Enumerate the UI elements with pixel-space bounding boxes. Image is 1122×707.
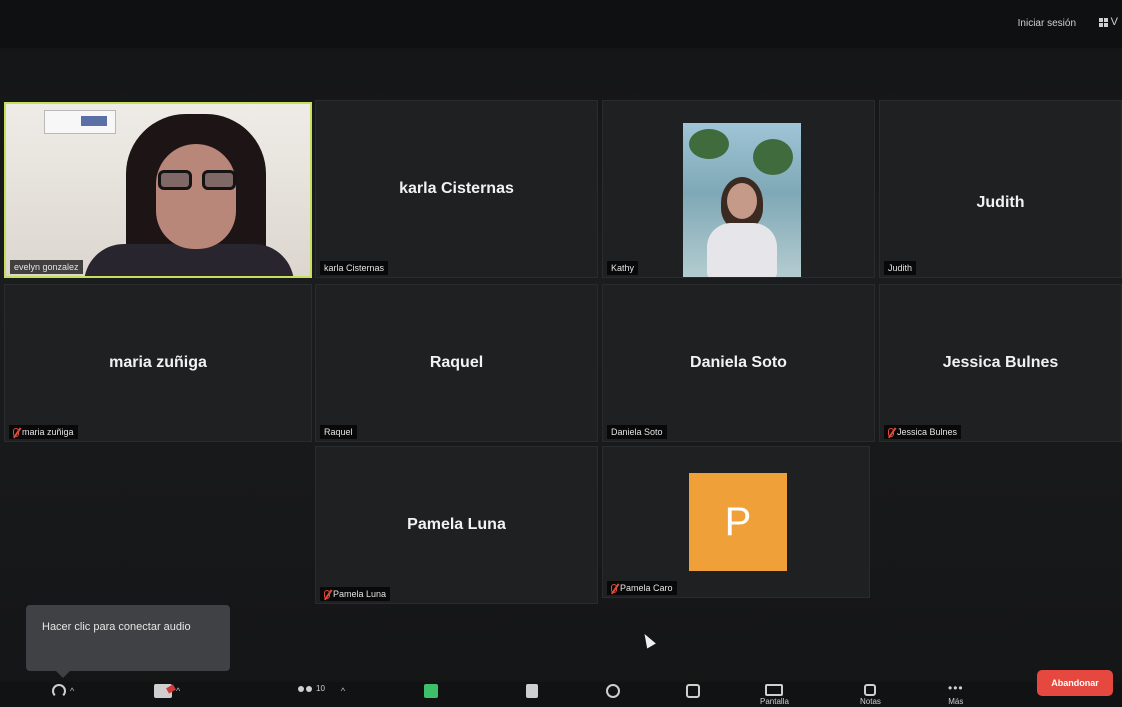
start-video-button[interactable]: ^	[154, 684, 180, 706]
mic-muted-icon	[611, 583, 617, 593]
video-tile-maria[interactable]: maria zuñiga maria zuñiga	[4, 284, 312, 442]
participant-center-name: karla Cisternas	[399, 180, 514, 197]
mic-muted-icon	[888, 427, 894, 437]
screen-share-icon	[765, 684, 784, 696]
apps-button[interactable]	[686, 684, 700, 706]
video-tile-pamela-caro[interactable]: P Pamela Caro	[602, 446, 870, 598]
video-off-icon	[154, 684, 172, 698]
chevron-up-icon[interactable]: ^	[176, 686, 180, 696]
more-button[interactable]: ••• Más	[948, 681, 964, 706]
participant-center-name: Jessica Bulnes	[942, 354, 1059, 371]
meeting-window: Iniciar sesión V evelyn gonzalez karla C…	[0, 0, 1122, 707]
participants-button[interactable]: 10 ^	[298, 684, 345, 706]
join-audio-button[interactable]: ^	[52, 684, 74, 706]
participant-name-label: Pamela Caro	[607, 581, 677, 595]
reaction-icon	[606, 684, 620, 698]
more-dots-icon: •••	[948, 681, 964, 695]
mic-muted-icon	[13, 427, 19, 437]
chevron-up-icon[interactable]: ^	[70, 686, 74, 696]
chevron-up-icon[interactable]: ^	[341, 686, 345, 696]
participants-icon	[298, 684, 312, 698]
participant-name-label: evelyn gonzalez	[10, 260, 83, 274]
headphone-icon	[52, 684, 66, 698]
participant-video	[683, 123, 801, 277]
apps-icon	[686, 684, 700, 698]
video-tile-raquel[interactable]: Raquel Raquel	[315, 284, 598, 442]
video-tile-daniela[interactable]: Daniela Soto Daniela Soto	[602, 284, 875, 442]
mouse-cursor-icon	[640, 631, 656, 649]
chat-icon	[424, 684, 438, 698]
video-tile-karla[interactable]: karla Cisternas karla Cisternas	[315, 100, 598, 278]
view-button-label: V	[1110, 16, 1118, 28]
notes-icon	[864, 684, 877, 696]
share-button[interactable]	[526, 684, 538, 706]
video-tile-jessica[interactable]: Jessica Bulnes Jessica Bulnes	[879, 284, 1122, 442]
grid-view-icon	[1098, 17, 1108, 27]
participant-name-label: Raquel	[320, 425, 357, 439]
background-poster	[44, 110, 116, 134]
view-button[interactable]: V	[1098, 16, 1118, 28]
chat-button[interactable]	[424, 684, 438, 706]
notes-button[interactable]: Notas	[860, 684, 881, 706]
screen-button-label: Pantalla	[760, 697, 789, 706]
sign-in-link[interactable]: Iniciar sesión	[1018, 18, 1076, 29]
mic-muted-icon	[324, 589, 330, 599]
participant-name-label: Kathy	[607, 261, 639, 275]
video-tile-evelyn[interactable]: evelyn gonzalez	[4, 102, 312, 278]
video-tile-judith[interactable]: Judith Judith	[879, 100, 1122, 278]
video-tile-pamela-luna[interactable]: Pamela Luna Pamela Luna	[315, 446, 598, 604]
participant-face	[156, 144, 236, 249]
notes-button-label: Notas	[860, 697, 881, 706]
connect-audio-tooltip[interactable]: Hacer clic para conectar audio	[26, 605, 230, 678]
participant-center-name: Raquel	[429, 354, 484, 371]
meeting-toolbar: ^ ^ 10 ^ Pantalla Notas ••• Más	[0, 682, 1122, 707]
participant-center-name: Judith	[976, 194, 1025, 212]
avatar: P	[689, 473, 787, 571]
leave-meeting-button[interactable]: Abandonar	[1037, 670, 1113, 696]
participant-name-label: Judith	[884, 261, 917, 275]
reactions-button[interactable]	[606, 684, 620, 706]
participant-center-name: Pamela Luna	[407, 516, 506, 533]
participants-count: 10	[316, 684, 325, 693]
screen-button[interactable]: Pantalla	[760, 684, 789, 706]
participant-name-label: Jessica Bulnes	[884, 425, 962, 439]
participant-name-label: Pamela Luna	[320, 587, 391, 601]
tooltip-text: Hacer clic para conectar audio	[42, 621, 191, 633]
top-bar: Iniciar sesión V	[0, 0, 1122, 48]
document-icon	[526, 684, 538, 698]
participant-name-label: Daniela Soto	[607, 425, 667, 439]
participant-center-name: maria zuñiga	[109, 354, 207, 371]
participant-center-name: Daniela Soto	[690, 354, 787, 371]
more-button-label: Más	[948, 697, 964, 706]
participant-name-label: karla Cisternas	[320, 261, 389, 275]
video-tile-kathy[interactable]: Kathy	[602, 100, 875, 278]
participant-name-label: maria zuñiga	[9, 425, 78, 439]
